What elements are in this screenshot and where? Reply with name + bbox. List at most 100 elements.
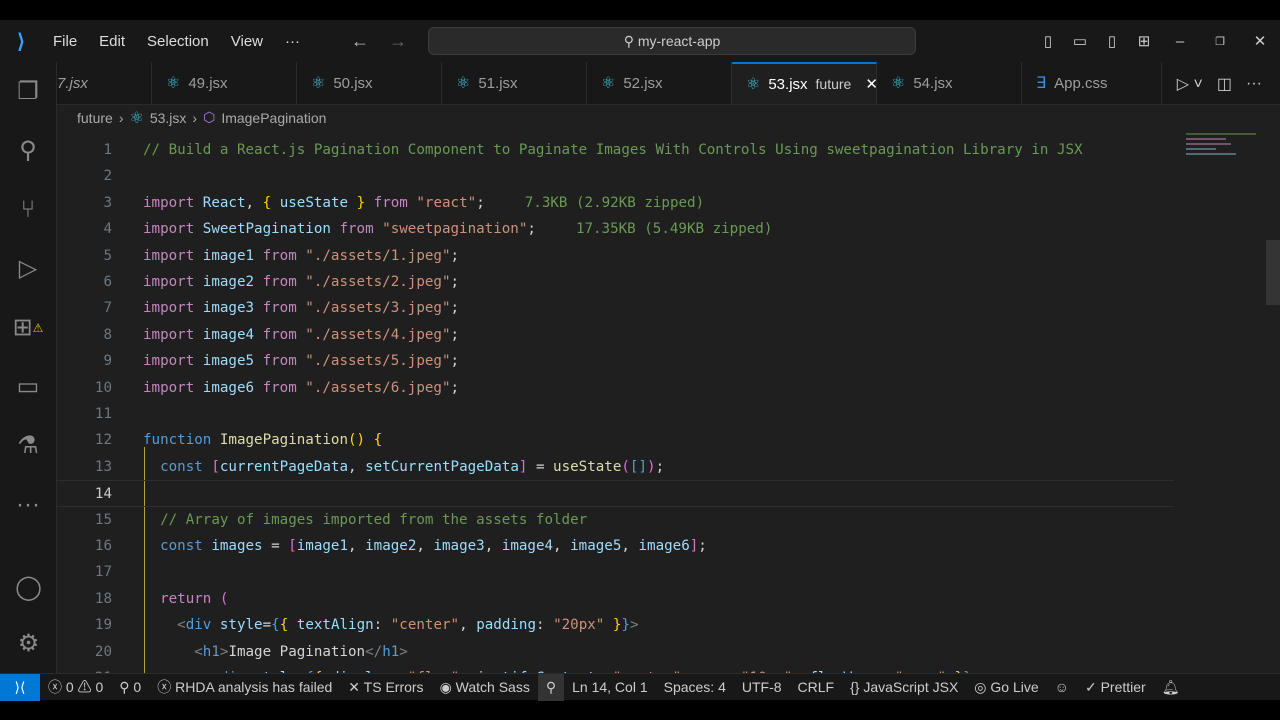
code-token: image4 <box>501 538 554 554</box>
code-line[interactable]: 7 import image3 from "./assets/3.jpeg"; <box>57 295 1174 321</box>
code-token: h1 <box>202 643 220 660</box>
zoom-icon[interactable]: ⚲ <box>537 673 565 701</box>
breadcrumb-file[interactable]: 53.jsx <box>150 110 187 126</box>
code-token: useState <box>279 194 349 211</box>
search-icon[interactable]: ⚲ <box>0 121 56 180</box>
line-number: 4 <box>103 221 112 238</box>
code-line[interactable]: 15 // Array of images imported from the … <box>57 507 1174 533</box>
line-ending[interactable]: CRLF <box>790 679 843 695</box>
minimap[interactable] <box>1186 130 1266 190</box>
code-token: "./assets/6.jpeg" <box>305 379 451 396</box>
menu-edit[interactable]: Edit <box>88 33 136 50</box>
copilot-icon[interactable]: ☺ <box>1047 679 1077 695</box>
command-center-search[interactable]: ⚲ my-react-app <box>428 27 916 55</box>
code-line[interactable]: 12 function ImagePagination() { <box>57 427 1174 453</box>
code-line[interactable]: 2 <box>57 163 1174 189</box>
go-live[interactable]: ◎ Go Live <box>966 679 1046 696</box>
problems-indicator[interactable]: ⓧ 0 ⚠ 0 <box>40 677 111 697</box>
code-token: < <box>177 617 186 634</box>
run-debug-icon[interactable]: ▷ <box>0 239 56 298</box>
code-line[interactable]: 14 <box>57 480 1174 507</box>
back-arrow-icon[interactable]: ← <box>351 31 369 52</box>
account-icon[interactable]: ◯ <box>0 558 57 617</box>
rhda-status[interactable]: ⓧ RHDA analysis has failed <box>149 677 340 697</box>
close-window-icon[interactable]: ✕ <box>1240 32 1280 50</box>
code-line[interactable]: 9 import image5 from "./assets/5.jpeg"; <box>57 348 1174 374</box>
line-number: 3 <box>103 194 112 211</box>
settings-gear-icon[interactable]: ⚙ <box>0 614 57 673</box>
code-token: } <box>604 617 622 634</box>
code-line[interactable]: 16 const images = [image1, image2, image… <box>57 533 1174 559</box>
code-line[interactable]: 3 import React, { useState } from "react"… <box>57 190 1174 216</box>
extensions-icon[interactable]: ⊞ ⚠ <box>0 298 56 357</box>
code-line[interactable]: 1 // Build a React.js Pagination Componen… <box>57 137 1174 163</box>
more-actions-icon[interactable]: ··· <box>1246 75 1262 93</box>
code-line[interactable]: 11 <box>57 401 1174 427</box>
breadcrumb-symbol[interactable]: ImagePagination <box>221 110 326 126</box>
code-token: : <box>536 617 554 634</box>
code-line[interactable]: 10 import image6 from "./assets/6.jpeg"; <box>57 375 1174 401</box>
code-token: image6 <box>638 538 690 554</box>
restore-icon[interactable]: ❐ <box>1200 35 1240 48</box>
ports-indicator[interactable]: ⚲ 0 <box>111 679 149 696</box>
code-line[interactable]: 19 <div style={{ textAlign: "center", pa… <box>57 612 1174 638</box>
tab-49-jsx[interactable]: ⚛ 49.jsx <box>152 62 297 104</box>
menu-file[interactable]: File <box>42 33 88 50</box>
code-line[interactable]: 17 <box>57 559 1174 585</box>
line-number: 14 <box>94 486 112 503</box>
code-line[interactable]: 8 import image4 from "./assets/4.jpeg"; <box>57 322 1174 348</box>
menu-view[interactable]: View <box>220 33 274 50</box>
notifications-bell-icon[interactable]: 🔔︎ <box>1154 679 1188 696</box>
code-line[interactable]: 21 <div style={{ display: "flex", justif… <box>57 665 1174 673</box>
encoding[interactable]: UTF-8 <box>734 679 790 695</box>
tab-7-jsx[interactable]: 7.jsx <box>57 62 152 104</box>
customize-layout-icon[interactable]: ⊞ <box>1128 32 1160 50</box>
remote-indicator-icon[interactable]: ⟩⟨ <box>0 673 40 701</box>
code-line[interactable]: 13 const [currentPageData, setCurrentPag… <box>57 454 1174 480</box>
line-number: 13 <box>94 458 112 475</box>
tab-54-jsx[interactable]: ⚛ 54.jsx <box>877 62 1022 104</box>
menu-more[interactable]: ··· <box>274 33 311 50</box>
toggle-sidebar-icon[interactable]: ▯ <box>1032 32 1064 50</box>
cursor-position[interactable]: Ln 14, Col 1 <box>564 679 656 695</box>
code-token: , <box>621 538 639 554</box>
react-file-icon: ⚛ <box>746 76 761 93</box>
breadcrumb-folder[interactable]: future <box>77 110 113 126</box>
vertical-scrollbar[interactable] <box>1266 240 1280 305</box>
minimize-icon[interactable]: – <box>1160 33 1200 50</box>
code-line[interactable]: 4 import SweetPagination from "sweetpagin… <box>57 216 1174 242</box>
more-icon[interactable]: ··· <box>0 475 56 534</box>
tab-52-jsx[interactable]: ⚛ 52.jsx <box>587 62 732 104</box>
code-token: return <box>160 590 220 607</box>
code-token: ) <box>647 458 656 475</box>
code-line[interactable]: 5 import image1 from "./assets/1.jpeg"; <box>57 243 1174 269</box>
tab-50-jsx[interactable]: ⚛ 50.jsx <box>297 62 442 104</box>
ts-errors[interactable]: ✕ TS Errors <box>340 679 431 696</box>
code-line[interactable]: 20 <h1>Image Pagination</h1> <box>57 639 1174 665</box>
code-line[interactable]: 18 return ( <box>57 586 1174 612</box>
toggle-panel-icon[interactable]: ▭ <box>1064 32 1096 50</box>
code-text: const [currentPageData, setCurrentPageDa… <box>143 454 664 480</box>
line-number: 6 <box>103 274 112 290</box>
code-editor[interactable]: 1 // Build a React.js Pagination Componen… <box>57 130 1280 673</box>
tab-51-jsx[interactable]: ⚛ 51.jsx <box>442 62 587 104</box>
indentation[interactable]: Spaces: 4 <box>656 679 734 695</box>
testing-icon[interactable]: ⚗ <box>0 416 56 475</box>
code-token: ; <box>450 326 460 343</box>
split-editor-icon[interactable]: ◫ <box>1217 74 1232 94</box>
tab-53-jsx[interactable]: ⚛ 53.jsx future ✕ <box>732 62 878 104</box>
language-mode[interactable]: {} JavaScript JSX <box>842 679 966 695</box>
watch-sass[interactable]: ◉ Watch Sass <box>432 679 538 696</box>
title-bar: ⟩ File Edit Selection View ··· ← → ⚲ my-… <box>0 20 1280 62</box>
menu-selection[interactable]: Selection <box>136 33 220 50</box>
toggle-secondary-sidebar-icon[interactable]: ▯ <box>1096 32 1128 50</box>
explorer-icon[interactable]: ❐ <box>0 62 56 121</box>
remote-explorer-icon[interactable]: ▭ <box>0 357 56 416</box>
forward-arrow-icon[interactable]: → <box>389 31 407 52</box>
tab-App-css[interactable]: ∃ App.css <box>1022 62 1162 104</box>
source-control-icon[interactable]: ⑂ <box>0 180 56 239</box>
run-icon[interactable]: ▷ ˅ <box>1177 74 1203 94</box>
code-token: { <box>279 617 297 634</box>
prettier[interactable]: ✓ Prettier <box>1077 679 1154 696</box>
code-line[interactable]: 6 import image2 from "./assets/2.jpeg"; <box>57 269 1174 295</box>
